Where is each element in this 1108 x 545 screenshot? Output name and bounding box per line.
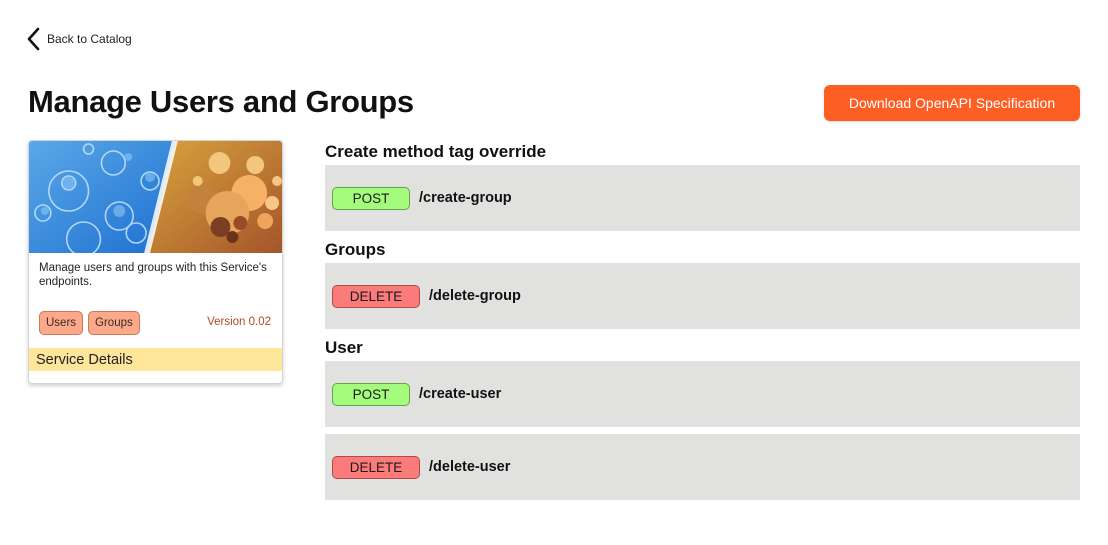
section-title-create-method-tag-override: Create method tag override [325,142,547,161]
section-title-groups: Groups [325,240,386,259]
tag-list: Users Groups [39,311,140,335]
page-title: Manage Users and Groups [28,84,414,119]
endpoint-delete-user[interactable]: DELETE /delete-user [325,434,1080,500]
endpoint-path: /delete-user [429,459,511,475]
chevron-left-icon [27,27,40,51]
endpoint-path: /delete-group [429,288,521,304]
download-openapi-button[interactable]: Download OpenAPI Specification [824,85,1080,121]
endpoint-path: /create-user [419,386,502,402]
method-badge-delete: DELETE [332,284,420,308]
endpoint-create-user[interactable]: POST /create-user [325,361,1080,427]
service-details-button[interactable]: Service Details [29,348,282,371]
method-badge-delete: DELETE [332,455,420,479]
service-illustration [29,141,282,253]
back-to-catalog-link[interactable]: Back to Catalog [27,27,132,51]
back-link-label: Back to Catalog [47,32,132,46]
method-badge-post: POST [332,382,410,406]
version-label: Version 0.02 [207,316,271,328]
tag-users[interactable]: Users [39,311,84,335]
endpoint-delete-group[interactable]: DELETE /delete-group [325,263,1080,329]
endpoint-create-group[interactable]: POST /create-group [325,165,1080,231]
tag-groups[interactable]: Groups [88,311,140,335]
service-description: Manage users and groups with this Servic… [39,262,267,288]
section-title-user: User [325,338,363,357]
endpoint-path: /create-group [419,190,512,206]
method-badge-post: POST [332,186,410,210]
service-card: Manage users and groups with this Servic… [28,140,283,384]
